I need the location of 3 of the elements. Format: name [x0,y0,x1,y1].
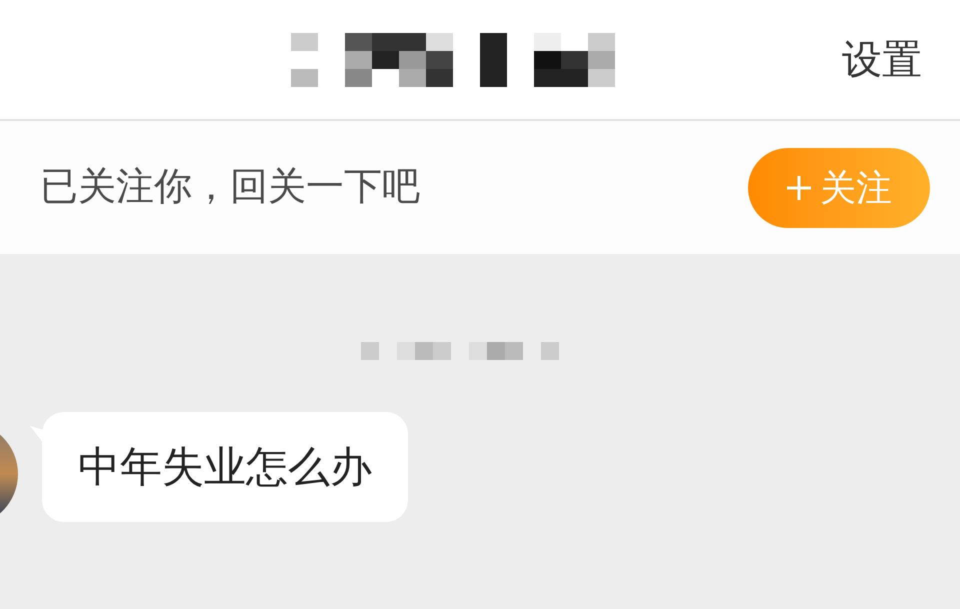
follow-message: 已关注你，回关一下吧 [40,165,421,210]
settings-button[interactable]: 设置 [842,40,922,80]
plus-icon [786,174,812,200]
